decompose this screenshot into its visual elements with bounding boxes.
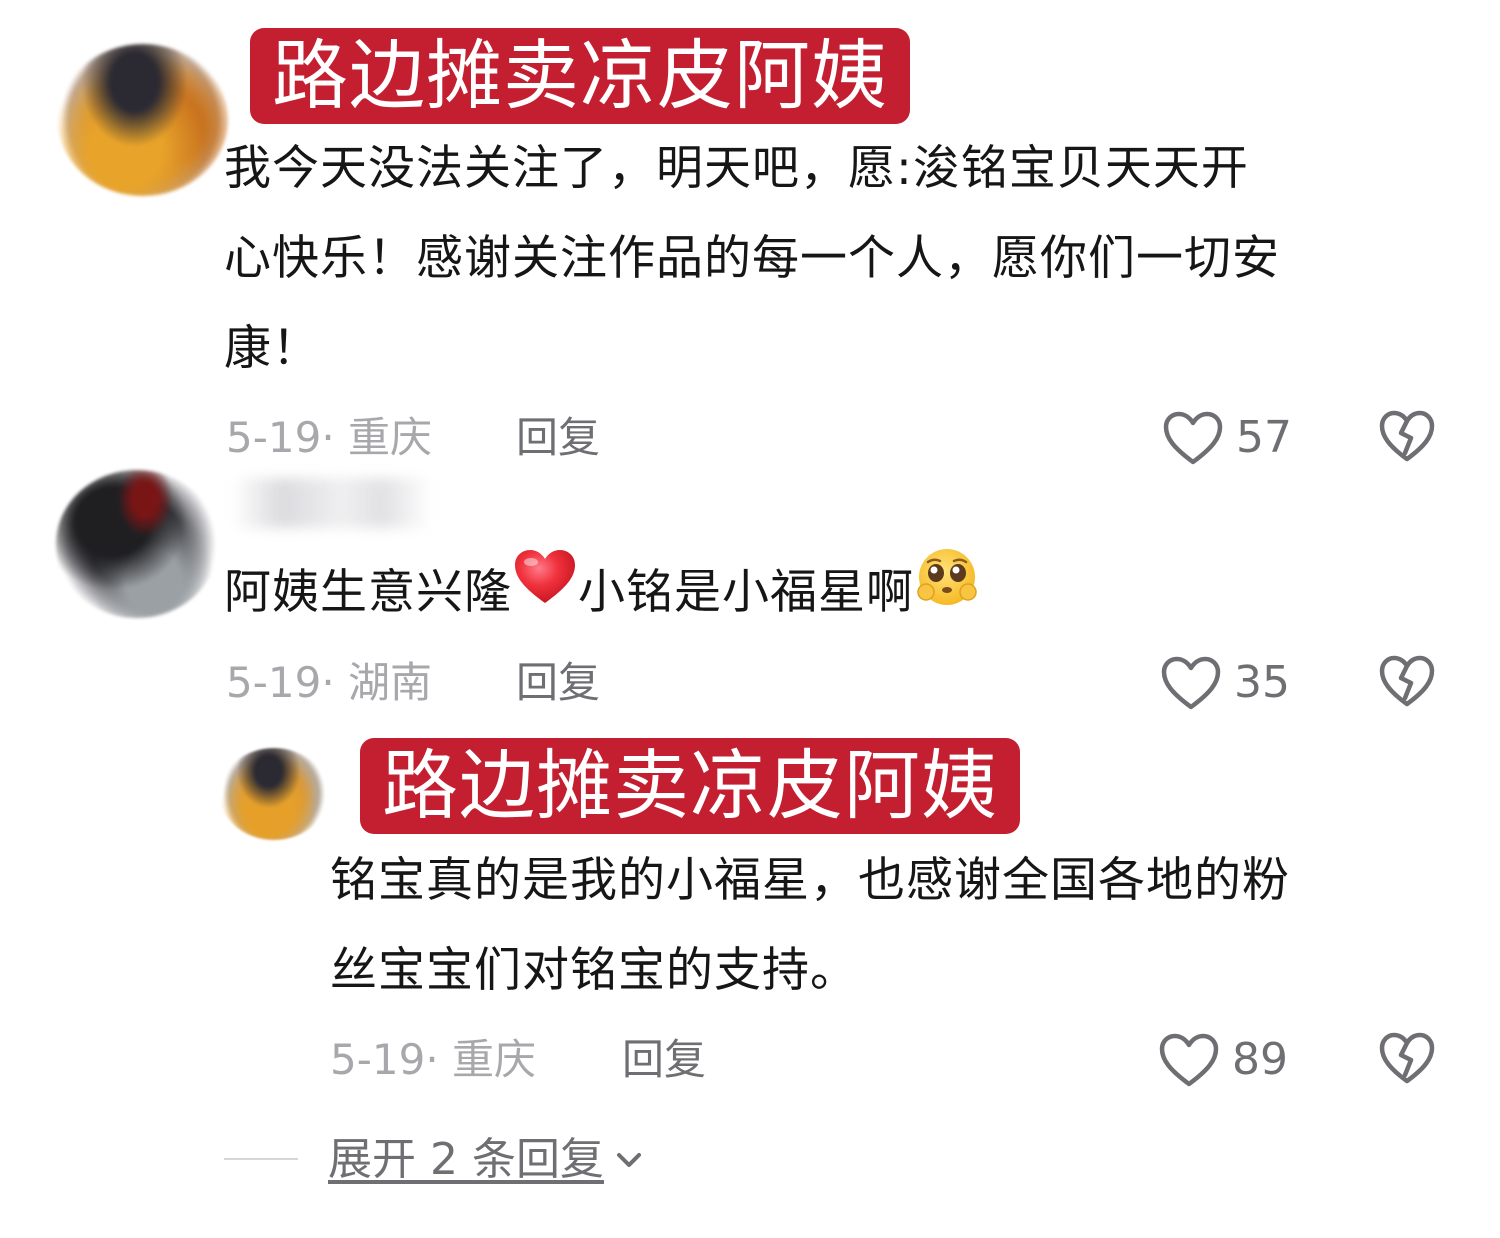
comment-line: 我今天没法关注了，明天吧，愿:浚铭宝贝天天开 xyxy=(224,141,1249,196)
dislike-button[interactable] xyxy=(1377,1032,1437,1088)
avatar[interactable] xyxy=(56,470,218,618)
like-count: 57 xyxy=(1236,412,1292,463)
comment-meta: 5-19· 湖南 xyxy=(226,658,433,707)
comment-meta: 5-19· 重庆 xyxy=(226,413,433,462)
avatar[interactable] xyxy=(58,44,228,196)
reply-text: 铭宝真的是我的小福星，也感谢全国各地的粉 丝宝宝们对铭宝的支持。 xyxy=(330,836,1450,1016)
comment-text: 我今天没法关注了，明天吧，愿:浚铭宝贝天天开 心快乐！感谢关注作品的每一个人，愿… xyxy=(224,124,1454,394)
comment-text: 阿姨生意兴隆 小铭是小福星啊 xyxy=(224,548,1454,642)
reply-button[interactable]: 回复 xyxy=(622,1032,706,1088)
reply-button[interactable]: 回复 xyxy=(516,410,600,466)
username[interactable]: 路边摊卖凉皮阿姨 xyxy=(360,738,1020,834)
expand-replies-label: 展开 2 条回复 xyxy=(328,1134,604,1185)
comment-text-part: 小铭是小福星啊 xyxy=(578,565,914,620)
username[interactable]: 路边摊卖凉皮阿姨 xyxy=(250,28,910,124)
expand-replies-button[interactable]: 展开 2 条回复 xyxy=(328,1132,644,1188)
dislike-button[interactable] xyxy=(1377,655,1437,711)
expand-divider xyxy=(224,1158,298,1160)
comment-line: 心快乐！感谢关注作品的每一个人，愿你们一切安 xyxy=(224,231,1280,286)
reply-button[interactable]: 回复 xyxy=(516,655,600,711)
red-heart-icon xyxy=(512,547,578,637)
broken-heart-icon xyxy=(1378,409,1436,467)
heart-icon xyxy=(1158,1032,1220,1088)
like-button[interactable]: 57 xyxy=(1162,410,1292,466)
dislike-button[interactable] xyxy=(1377,410,1437,466)
heart-icon xyxy=(1160,655,1222,711)
pleading-face-icon xyxy=(914,546,980,638)
like-count: 89 xyxy=(1232,1034,1288,1085)
broken-heart-icon xyxy=(1378,1031,1436,1089)
comment-line: 康！ xyxy=(224,321,320,376)
reply-line: 丝宝宝们对铭宝的支持。 xyxy=(330,943,858,998)
heart-icon xyxy=(1162,410,1224,466)
like-button[interactable]: 35 xyxy=(1160,655,1290,711)
comment-text-part: 阿姨生意兴隆 xyxy=(224,565,512,620)
broken-heart-icon xyxy=(1378,654,1436,712)
username-blurred[interactable] xyxy=(232,478,432,528)
comment-meta: 5-19· 重庆 xyxy=(330,1035,537,1084)
like-button[interactable]: 89 xyxy=(1158,1032,1288,1088)
reply-line: 铭宝真的是我的小福星，也感谢全国各地的粉 xyxy=(330,853,1290,908)
avatar[interactable] xyxy=(220,748,328,840)
like-count: 35 xyxy=(1234,657,1290,708)
chevron-down-icon xyxy=(614,1149,644,1171)
